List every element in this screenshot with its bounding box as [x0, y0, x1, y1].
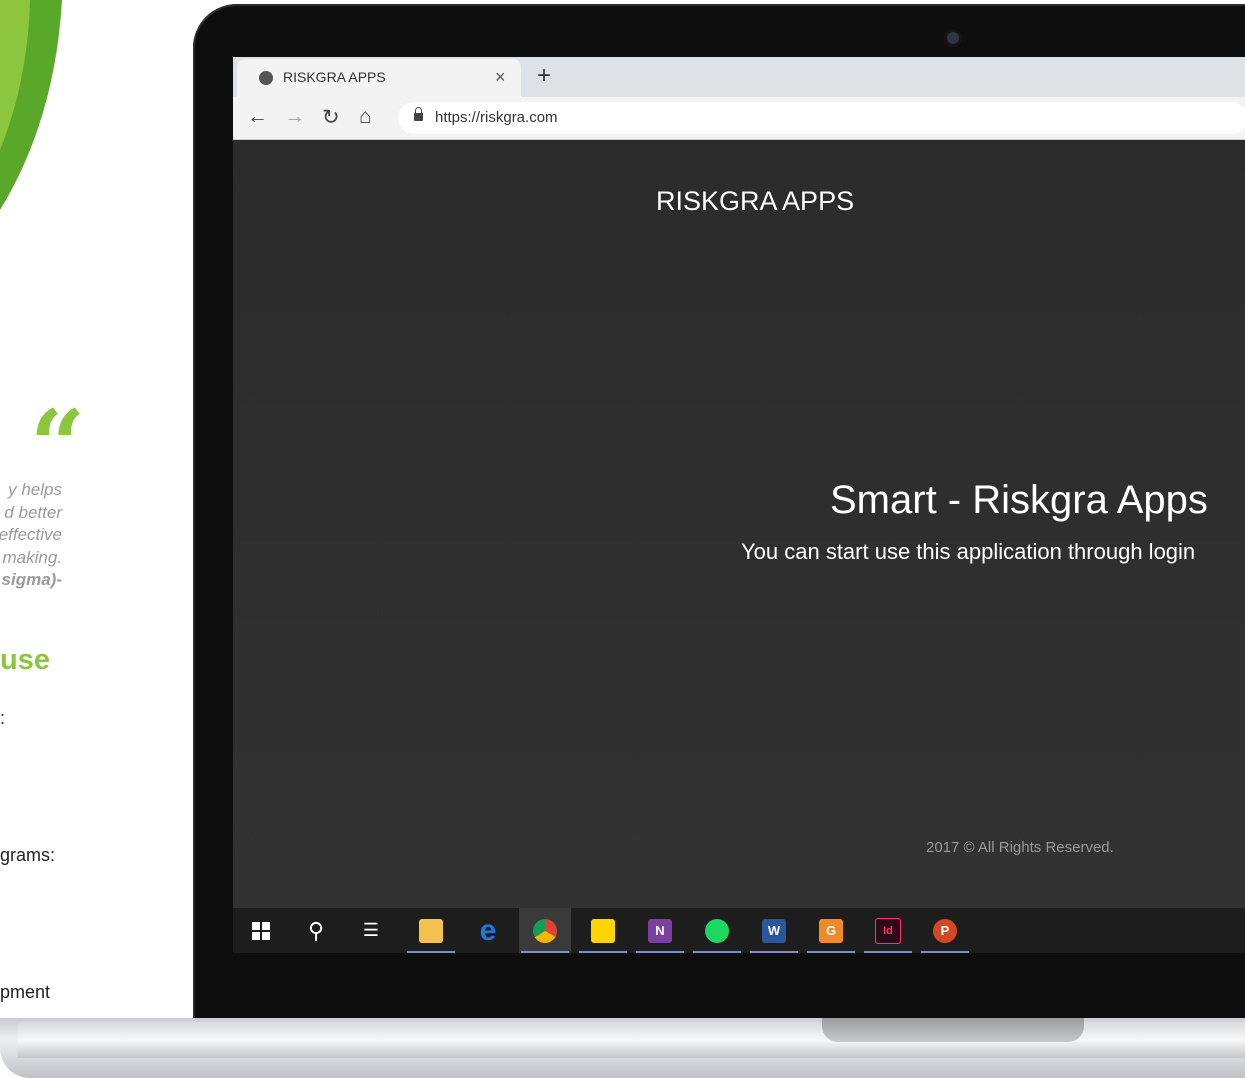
hero-title: Smart - Riskgra Apps [830, 478, 1208, 522]
tab-bar: RISKGRA APPS × + [233, 57, 1245, 97]
search-button[interactable]: ⚲ [290, 908, 342, 953]
spotify-button[interactable] [691, 908, 743, 953]
folder-icon [419, 918, 443, 943]
quote-text: y helps d better effective making. sigma… [0, 479, 62, 592]
site-brand[interactable]: RISKGRA APPS [656, 186, 854, 217]
address-bar: ← → ↻ ⌂ https://riskgra.com [233, 97, 1245, 140]
url-field[interactable]: https://riskgra.com [398, 102, 1245, 134]
leaf-graphic [0, 0, 62, 210]
laptop-screen: RISKGRA APPS × + ← → ↻ ⌂ https://riskgra… [233, 57, 1245, 953]
camera-icon [947, 32, 959, 44]
task-view-button[interactable]: ☰ [345, 908, 397, 953]
word-button[interactable]: W [748, 908, 800, 953]
search-icon: ⚲ [307, 917, 325, 943]
home-icon[interactable]: ⌂ [359, 105, 372, 129]
edge-button[interactable]: e [462, 908, 514, 953]
footer-copyright: 2017 © All Rights Reserved. [926, 839, 1114, 856]
tab-title: RISKGRA APPS [283, 69, 386, 85]
back-arrow-icon[interactable]: ← [247, 105, 268, 129]
windows-icon [252, 921, 270, 940]
windows-taskbar: ⚲ ☰ e N W G Id P [233, 908, 1245, 953]
section-heading: use [0, 644, 50, 676]
url-text: https://riskgra.com [435, 109, 558, 126]
text-fragment: : [0, 708, 6, 728]
spotify-icon [705, 918, 729, 943]
file-explorer-button[interactable] [405, 908, 457, 953]
web-page: RISKGRA APPS Smart - Riskgra Apps You ca… [233, 140, 1245, 908]
foxit-icon: G [819, 918, 843, 943]
chrome-button[interactable] [519, 908, 571, 953]
sticky-notes-icon [591, 918, 615, 943]
text-fragment: grams: [0, 845, 56, 865]
onenote-icon: N [648, 918, 672, 943]
quote-line: y helps [8, 480, 62, 499]
powerpoint-icon: P [933, 918, 957, 943]
lock-icon [414, 107, 423, 121]
quote-line: effective [0, 525, 62, 544]
word-icon: W [762, 918, 786, 943]
indesign-icon: Id [875, 917, 901, 944]
browser-tab[interactable]: RISKGRA APPS × [237, 59, 521, 97]
hero-subtitle: You can start use this application throu… [741, 539, 1196, 564]
sticky-notes-button[interactable] [577, 908, 629, 953]
text-fragment: pment [0, 982, 51, 1002]
edge-icon: e [479, 913, 497, 947]
chrome-icon [533, 918, 557, 943]
close-tab-button[interactable]: × [495, 67, 506, 88]
powerpoint-button[interactable]: P [919, 908, 971, 953]
globe-icon [259, 71, 273, 85]
foxit-button[interactable]: G [805, 908, 857, 953]
forward-arrow-icon[interactable]: → [284, 105, 305, 129]
laptop-notch [822, 1018, 1084, 1042]
task-view-icon: ☰ [362, 920, 380, 940]
reload-icon[interactable]: ↻ [322, 105, 340, 130]
onenote-button[interactable]: N [634, 908, 686, 953]
quote-line: making. [2, 547, 62, 567]
quote-line: d better [4, 502, 62, 522]
new-tab-button[interactable]: + [537, 62, 551, 90]
indesign-button[interactable]: Id [862, 908, 914, 953]
quote-line: sigma)- [1, 570, 62, 589]
start-button[interactable] [235, 908, 287, 953]
